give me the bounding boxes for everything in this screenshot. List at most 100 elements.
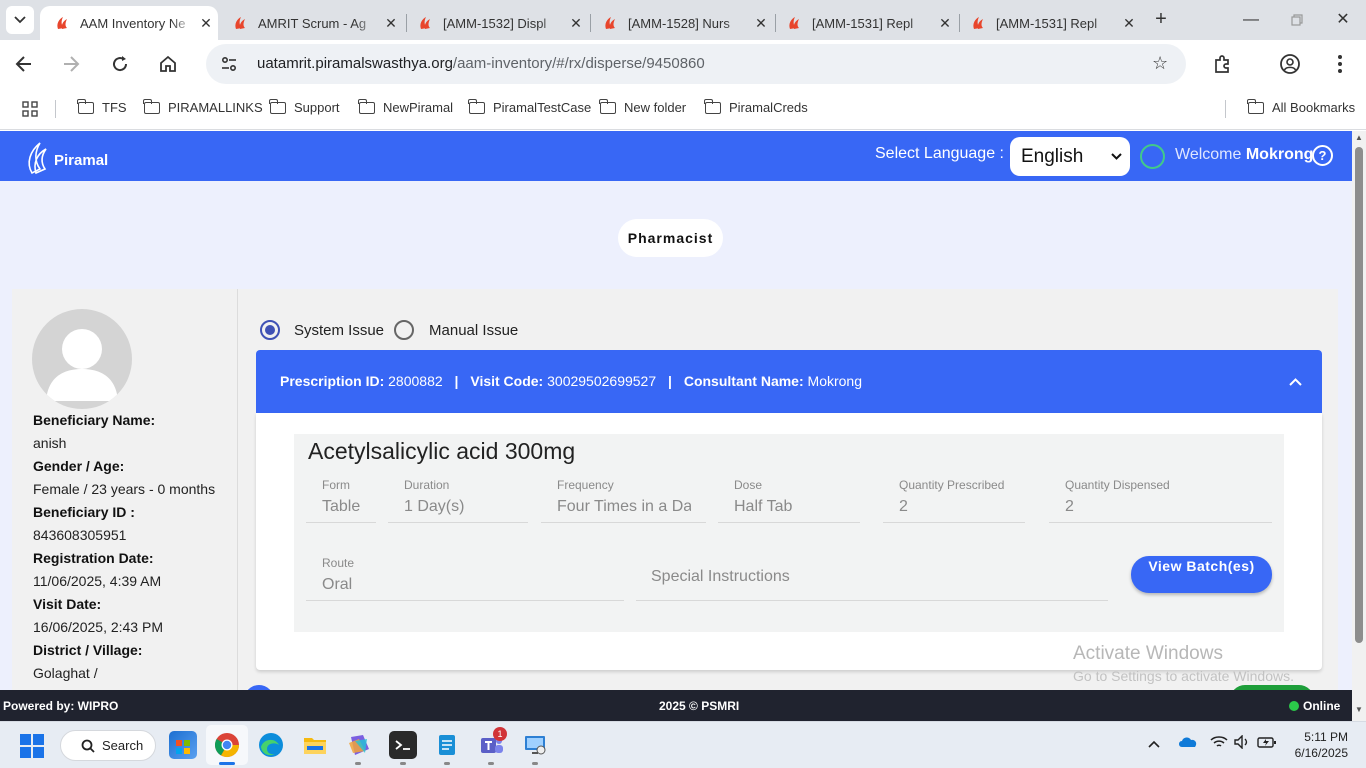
beneficiary-name-label: Beneficiary Name:: [33, 412, 156, 428]
clock-time: 5:11 PM: [1304, 730, 1348, 744]
tab-label: [AMM-1528] Nurs: [628, 15, 730, 31]
file-explorer-app-icon[interactable]: [301, 731, 329, 759]
bookmark-folder-support[interactable]: Support: [269, 98, 340, 115]
scroll-down-arrow-icon[interactable]: ▼: [1355, 705, 1363, 714]
issue-type-radio-group: System Issue Manual Issue: [260, 320, 518, 340]
form-value: Table: [322, 498, 361, 515]
folder-icon: [599, 98, 616, 114]
system-clock[interactable]: 5:11 PM 6/16/2025: [1290, 729, 1348, 761]
close-tab-icon[interactable]: ✕: [379, 15, 403, 32]
tab-search-button[interactable]: [6, 6, 34, 34]
close-tab-icon[interactable]: ✕: [749, 15, 773, 32]
teams-app-icon[interactable]: 1: [477, 727, 507, 759]
profile-icon[interactable]: [1276, 50, 1304, 78]
bookmark-star-icon[interactable]: ☆: [1152, 53, 1168, 74]
extensions-icon[interactable]: [1208, 50, 1236, 78]
reload-button[interactable]: [106, 50, 134, 78]
new-tab-button[interactable]: +: [1150, 8, 1172, 30]
scroll-up-arrow-icon[interactable]: ▲: [1355, 133, 1363, 142]
beneficiary-avatar: [32, 309, 132, 409]
site-info-icon[interactable]: [220, 55, 238, 73]
minimize-button[interactable]: —: [1228, 6, 1274, 34]
chrome-app-icon[interactable]: [213, 731, 241, 759]
route-field: Route Oral: [306, 556, 624, 601]
activate-windows-subtitle: Go to Settings to activate Windows.: [1073, 668, 1294, 684]
scroll-thumb[interactable]: [1355, 147, 1363, 643]
home-button[interactable]: [154, 50, 182, 78]
frequency-field: Frequency Four Times in a Day: [541, 478, 706, 523]
bookmark-folder-piramallinks[interactable]: PIRAMALLINKS: [143, 98, 263, 115]
bookmark-folder-new-folder[interactable]: New folder: [599, 98, 686, 115]
bookmark-label: PiramalTestCase: [493, 100, 592, 115]
system-issue-radio[interactable]: [260, 320, 280, 340]
remote-desktop-app-icon[interactable]: [521, 731, 549, 759]
language-select[interactable]: English: [1010, 137, 1130, 176]
tab-label: [AMM-1531] Repl: [812, 15, 914, 31]
store-app-icon[interactable]: [169, 731, 197, 759]
select-language-label: Select Language :: [875, 145, 1004, 162]
battery-icon[interactable]: [1257, 735, 1277, 752]
user-avatar-icon[interactable]: [1140, 144, 1165, 169]
form-field: Form Table: [306, 478, 376, 523]
maximize-button[interactable]: [1274, 6, 1320, 34]
close-tab-icon[interactable]: ✕: [194, 15, 218, 32]
prescription-header[interactable]: Prescription ID: 2800882 | Visit Code: 3…: [256, 350, 1322, 413]
bookmark-folder-tfs[interactable]: TFS: [77, 98, 127, 115]
header-separator: |: [454, 373, 459, 389]
tab-amm-1532[interactable]: [AMM-1532] Displ ✕: [403, 6, 588, 40]
browser-menu-icon[interactable]: [1326, 50, 1354, 78]
all-bookmarks[interactable]: All Bookmarks: [1247, 98, 1355, 115]
address-bar[interactable]: uatamrit.piramalswasthya.org/aam-invento…: [206, 44, 1186, 84]
prescription-id-value: 2800882: [388, 373, 443, 389]
help-icon[interactable]: ?: [1312, 145, 1333, 166]
manual-issue-radio[interactable]: [394, 320, 415, 340]
folder-icon: [77, 98, 94, 114]
close-tab-icon[interactable]: ✕: [933, 15, 957, 32]
back-button[interactable]: [10, 50, 38, 78]
page-scrollbar[interactable]: ▲ ▼: [1352, 131, 1366, 721]
forward-button[interactable]: [57, 50, 85, 78]
folder-icon: [143, 98, 160, 114]
apps-grid-icon[interactable]: [22, 101, 38, 117]
bookmark-folder-piramalcreds[interactable]: PiramalCreds: [704, 98, 808, 115]
terminal-app-icon[interactable]: [389, 731, 417, 759]
windows-start-icon[interactable]: [20, 734, 44, 758]
m365-app-icon[interactable]: [345, 731, 373, 759]
onedrive-icon[interactable]: [1178, 735, 1198, 752]
bookmark-separator: [1225, 100, 1226, 118]
piramal-favicon-icon: [605, 17, 615, 29]
close-tab-icon[interactable]: ✕: [1117, 15, 1141, 32]
tab-amm-1531-b[interactable]: [AMM-1531] Repl ✕: [956, 6, 1141, 40]
app-header: Piramal Select Language : English Welcom…: [0, 131, 1352, 181]
close-tab-icon[interactable]: ✕: [564, 15, 588, 32]
tab-label: [AMM-1532] Displ: [443, 15, 547, 31]
bookmark-folder-piramaltestcase[interactable]: PiramalTestCase: [468, 98, 592, 115]
m365-running-indicator: [355, 762, 361, 765]
tab-amm-1528[interactable]: [AMM-1528] Nurs ✕: [588, 6, 773, 40]
user-name: Mokrong: [1245, 146, 1314, 163]
taskbar-search[interactable]: Search: [60, 730, 156, 761]
tray-overflow-chevron-icon[interactable]: [1148, 735, 1160, 751]
wifi-icon[interactable]: [1210, 735, 1228, 752]
notepad-app-icon[interactable]: [433, 731, 461, 759]
bookmark-folder-newpiramal[interactable]: NewPiramal: [358, 98, 453, 115]
chevron-up-icon[interactable]: [1289, 350, 1302, 413]
url-path: /aam-inventory/#/rx/disperse/9450860: [452, 55, 705, 72]
bookmark-label: PiramalCreds: [729, 100, 808, 115]
volume-icon[interactable]: [1234, 734, 1250, 752]
edge-app-icon[interactable]: [257, 731, 285, 759]
tab-amrit-scrum[interactable]: AMRIT Scrum - Ag ✕: [218, 6, 403, 40]
close-window-button[interactable]: ✕: [1320, 6, 1366, 34]
tab-aam-inventory[interactable]: AAM Inventory Ne ✕: [40, 6, 218, 40]
drug-name: Acetylsalicylic acid 300mg: [308, 438, 576, 464]
bookmark-label: Support: [294, 100, 340, 115]
system-issue-label[interactable]: System Issue: [294, 322, 384, 339]
manual-issue-label[interactable]: Manual Issue: [429, 322, 518, 339]
piramal-favicon-icon: [789, 17, 799, 29]
quantity-dispensed-field[interactable]: Quantity Dispensed 2: [1049, 478, 1272, 523]
person-silhouette-icon: [46, 329, 118, 401]
duration-field: Duration 1 Day(s): [388, 478, 528, 523]
view-batches-button[interactable]: View Batch(es): [1131, 556, 1272, 593]
tab-amm-1531-a[interactable]: [AMM-1531] Repl ✕: [772, 6, 957, 40]
piramal-logo[interactable]: Piramal: [26, 139, 108, 175]
